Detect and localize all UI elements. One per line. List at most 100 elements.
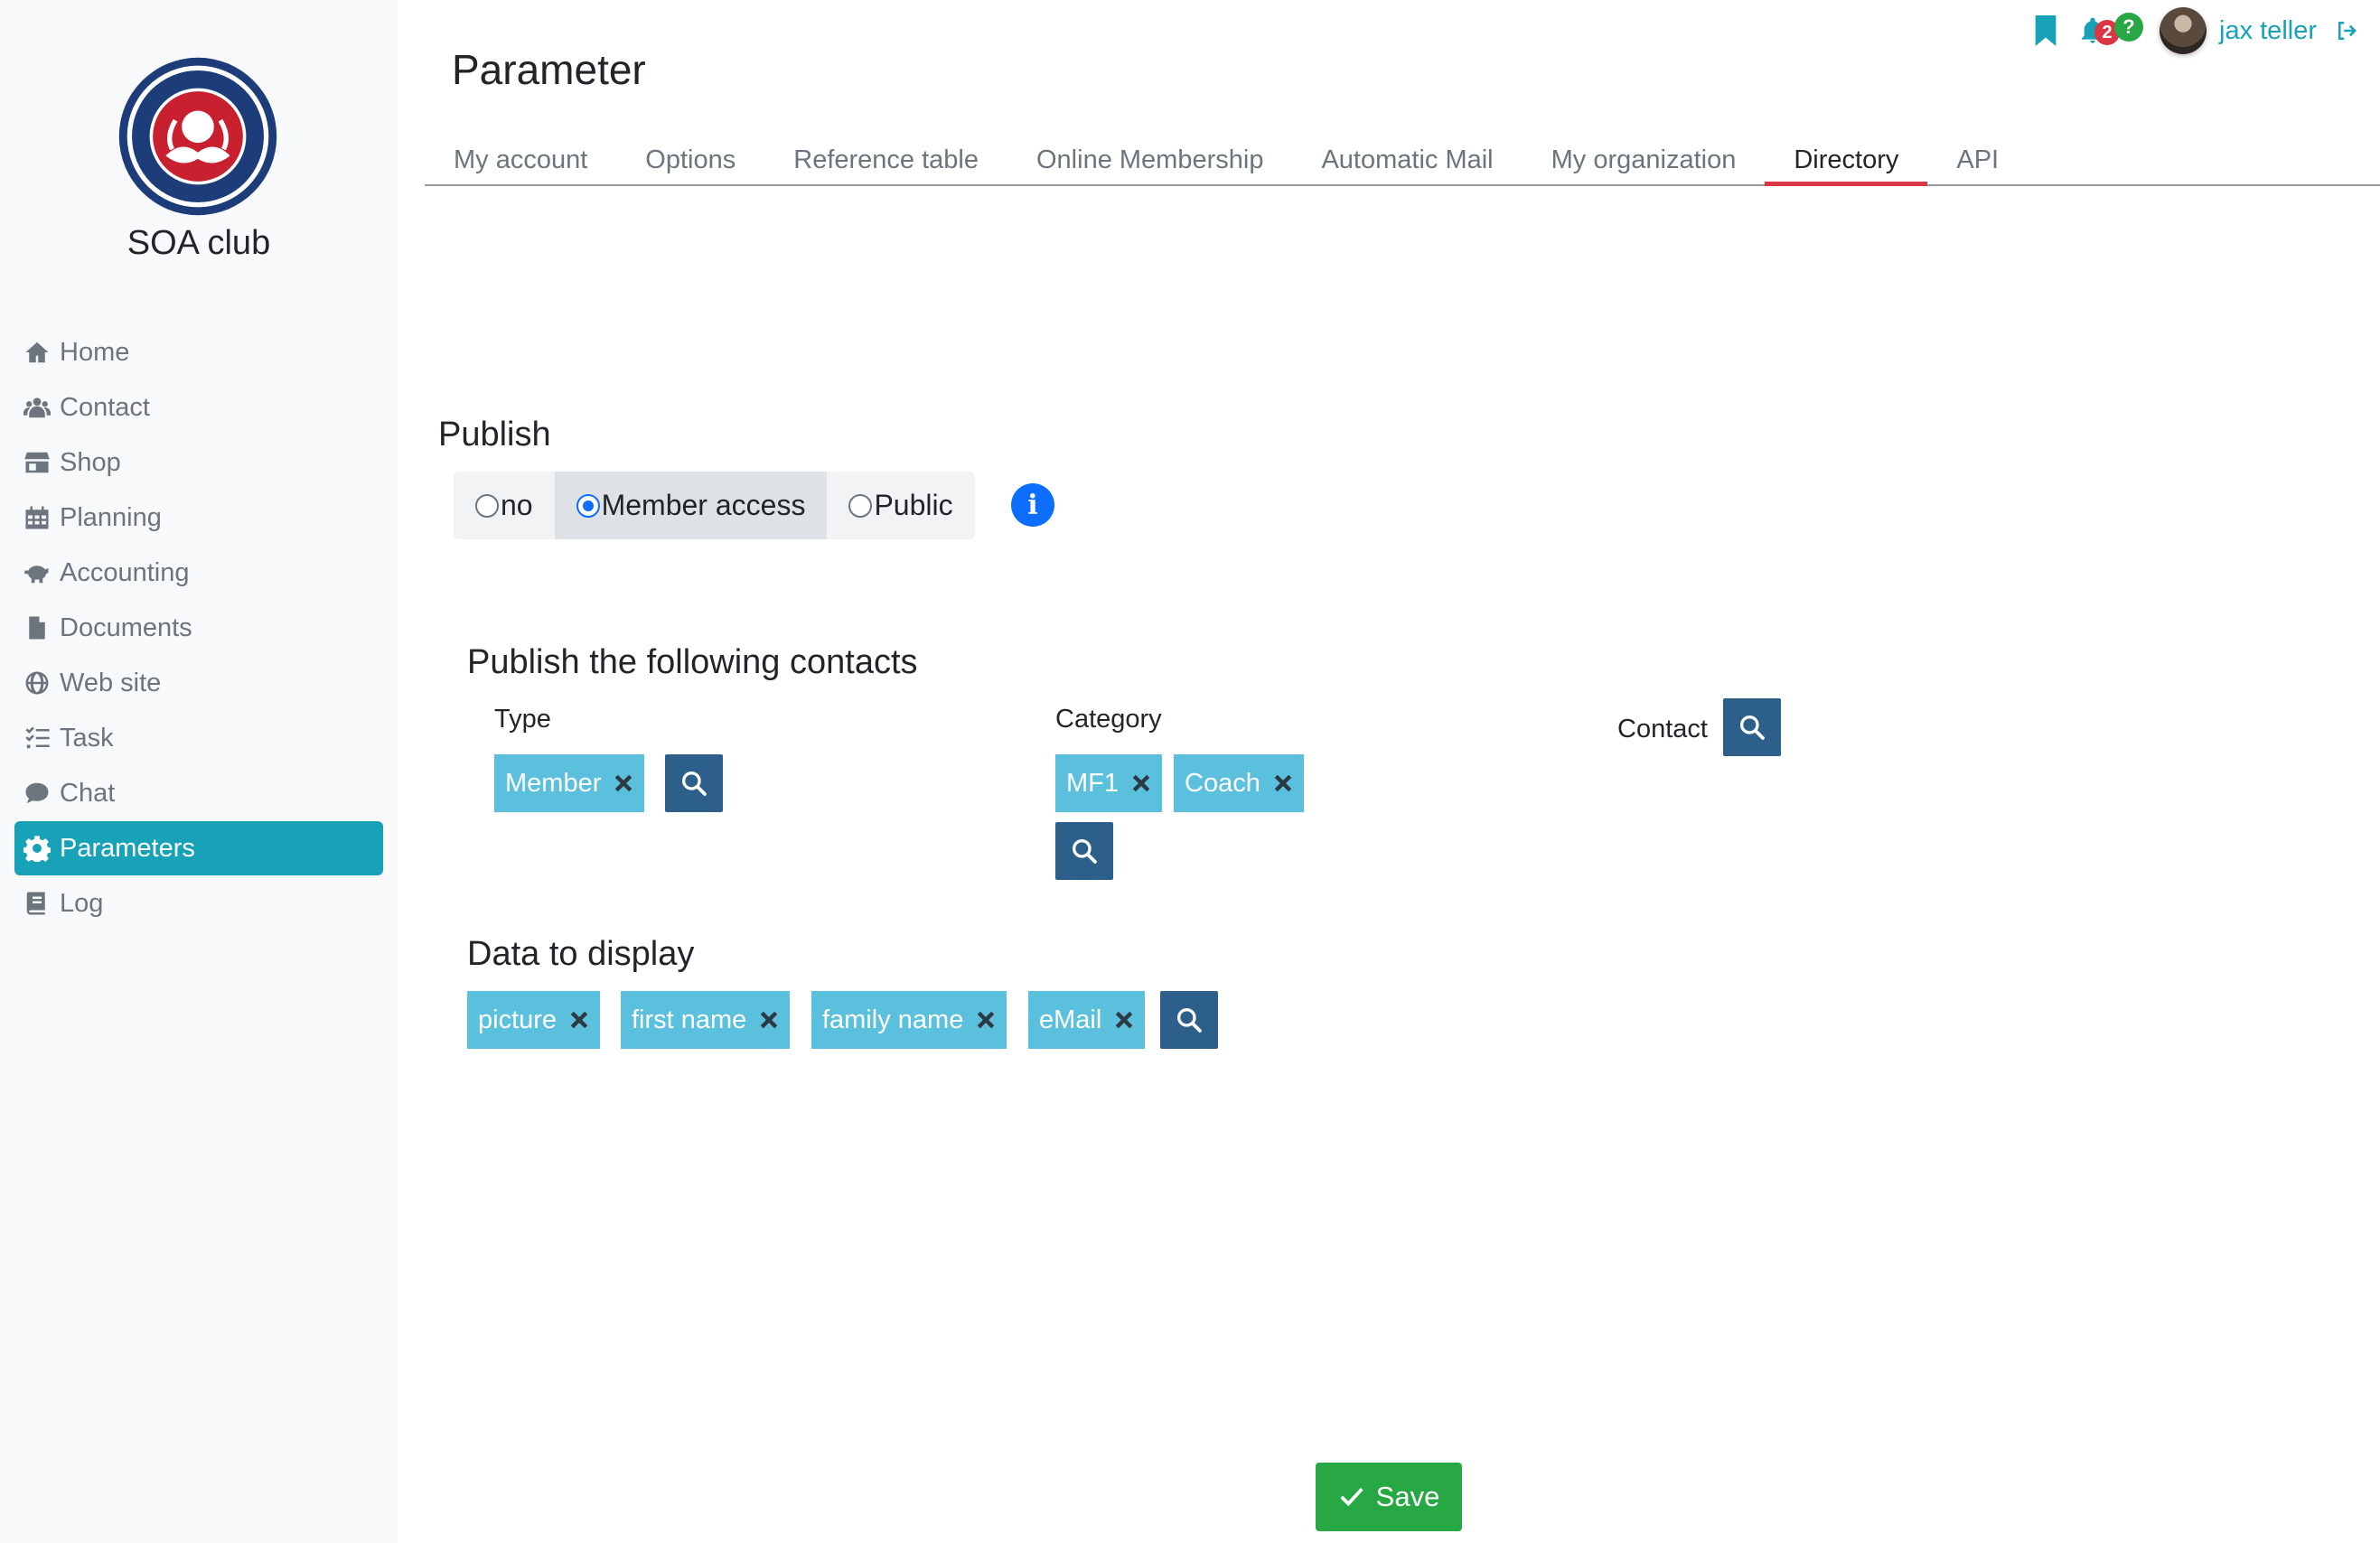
search-icon (1177, 1008, 1202, 1033)
search-icon (1073, 839, 1097, 864)
category-label: Category (1055, 705, 1162, 734)
notifications-button[interactable]: 2 ? (2078, 11, 2143, 51)
tag-label: Coach (1185, 768, 1260, 798)
file-icon (22, 614, 52, 641)
tab-directory[interactable]: Directory (1765, 136, 1928, 186)
remove-tag-icon[interactable] (759, 1010, 779, 1030)
store-icon (22, 449, 52, 476)
piggy-bank-icon (22, 559, 52, 586)
calendar-icon (22, 504, 52, 531)
sidebar-item-task[interactable]: Task (14, 711, 383, 765)
remove-tag-icon[interactable] (614, 773, 633, 793)
sidebar-item-label: Planning (60, 502, 162, 532)
display-heading: Data to display (467, 935, 695, 973)
display-tag-picture[interactable]: picture (467, 991, 601, 1049)
sidebar-item-label: Accounting (60, 557, 190, 587)
sidebar-item-log[interactable]: Log (14, 876, 383, 930)
sidebar-item-shop[interactable]: Shop (14, 435, 383, 490)
help-badge[interactable]: ? (2114, 13, 2143, 42)
publish-option-public[interactable]: Public (827, 472, 974, 539)
remove-tag-icon[interactable] (1114, 1010, 1134, 1030)
sidebar-item-documents[interactable]: Documents (14, 601, 383, 655)
tag-label: picture (478, 1005, 558, 1034)
category-search-button[interactable] (1055, 822, 1113, 880)
chat-icon (22, 780, 52, 807)
remove-tag-icon[interactable] (1273, 773, 1293, 793)
check-icon (1340, 1487, 1363, 1507)
sidebar-item-label: Chat (60, 778, 116, 808)
info-icon[interactable]: i (1011, 483, 1054, 527)
sidebar-item-chat[interactable]: Chat (14, 766, 383, 820)
display-tag-email[interactable]: eMail (1028, 991, 1146, 1049)
tab-automatic-mail[interactable]: Automatic Mail (1292, 136, 1522, 184)
home-icon (22, 339, 52, 366)
globe-icon (22, 669, 52, 697)
sidebar-item-label: Contact (60, 392, 150, 422)
remove-tag-icon[interactable] (1131, 773, 1151, 793)
tag-label: MF1 (1066, 768, 1119, 798)
tag-label: first name (632, 1005, 747, 1034)
bookmark-icon[interactable] (2033, 15, 2058, 46)
save-button[interactable]: Save (1316, 1463, 1462, 1531)
username-link[interactable]: jax teller (2219, 16, 2317, 46)
publish-option-no[interactable]: no (454, 472, 555, 539)
type-tag-member[interactable]: Member (494, 754, 645, 812)
radio-button[interactable] (576, 493, 600, 518)
tab-reference-table[interactable]: Reference table (764, 136, 1007, 184)
display-tag-family-name[interactable]: family name (811, 991, 1007, 1049)
tab-my-organization[interactable]: My organization (1523, 136, 1766, 184)
display-search-button[interactable] (1160, 991, 1218, 1049)
gear-icon (22, 835, 52, 862)
contact-label: Contact (1617, 715, 1708, 743)
save-label: Save (1375, 1481, 1440, 1512)
users-icon (22, 394, 52, 421)
sidebar-item-planning[interactable]: Planning (14, 491, 383, 545)
category-tag-mf1[interactable]: MF1 (1055, 754, 1162, 812)
logout-icon[interactable] (2333, 17, 2362, 44)
sidebar-item-parameters[interactable]: Parameters (14, 821, 383, 875)
search-icon (1740, 715, 1765, 740)
tag-label: eMail (1039, 1005, 1102, 1034)
sidebar-item-label: Log (60, 888, 104, 918)
radio-button[interactable] (848, 493, 873, 518)
sidebar-item-home[interactable]: Home (14, 325, 383, 379)
tab-api[interactable]: API (1927, 136, 2028, 184)
type-search-button[interactable] (665, 754, 723, 812)
sidebar-nav: Home Contact Shop Planning Accounting Do… (14, 325, 383, 931)
sidebar: SOA club Home Contact Shop Planning Acco… (0, 0, 398, 1543)
book-icon (22, 890, 52, 917)
radio-button[interactable] (475, 493, 499, 518)
sidebar-item-contact[interactable]: Contact (14, 380, 383, 435)
contact-search-button[interactable] (1723, 698, 1781, 756)
tab-my-account[interactable]: My account (425, 136, 616, 184)
top-bar: 2 ? jax teller (2033, 7, 2362, 54)
sidebar-item-label: Home (60, 337, 130, 367)
sidebar-item-accounting[interactable]: Accounting (14, 546, 383, 600)
radio-label: Member access (601, 489, 806, 521)
club-name: SOA club (126, 224, 271, 262)
sidebar-item-label: Task (60, 723, 114, 753)
tag-label: family name (822, 1005, 964, 1034)
contacts-heading: Publish the following contacts (467, 643, 918, 681)
display-tag-first-name[interactable]: first name (621, 991, 791, 1049)
page-title: Parameter (452, 46, 646, 93)
sidebar-item-label: Documents (60, 613, 192, 642)
type-label: Type (494, 705, 551, 734)
category-tag-coach[interactable]: Coach (1174, 754, 1304, 812)
avatar[interactable] (2160, 7, 2207, 54)
tag-label: Member (505, 768, 602, 798)
radio-label: no (501, 489, 533, 521)
tab-options[interactable]: Options (616, 136, 764, 184)
remove-tag-icon[interactable] (569, 1010, 589, 1030)
sidebar-item-label: Parameters (60, 833, 195, 863)
search-icon (682, 772, 707, 796)
club-logo[interactable] (117, 56, 278, 217)
publish-radio-group: no Member access Public (454, 472, 975, 539)
publish-option-member-access[interactable]: Member access (554, 472, 828, 539)
sidebar-item-label: Shop (60, 447, 121, 477)
radio-label: Public (874, 489, 953, 521)
sidebar-item-website[interactable]: Web site (14, 656, 383, 710)
remove-tag-icon[interactable] (976, 1010, 996, 1030)
tab-online-membership[interactable]: Online Membership (1007, 136, 1292, 184)
task-list-icon (22, 725, 52, 752)
